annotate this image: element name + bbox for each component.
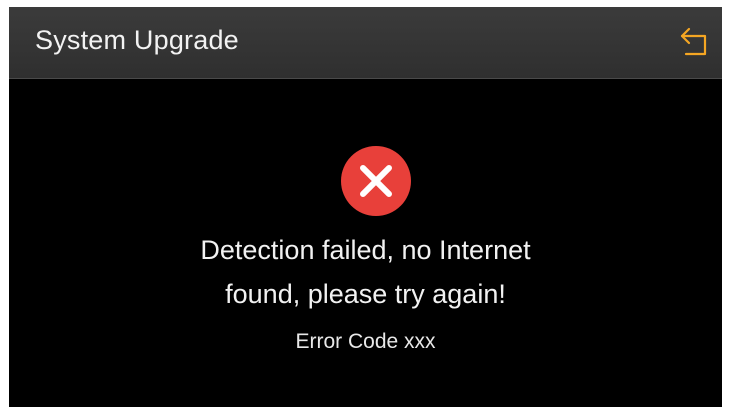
error-message: Detection failed, no Internet found, ple… bbox=[9, 228, 722, 316]
error-message-line-1: Detection failed, no Internet bbox=[200, 235, 531, 265]
error-x-icon bbox=[341, 146, 411, 216]
title-bar: System Upgrade bbox=[9, 7, 722, 79]
error-code: Error Code xxx bbox=[295, 330, 436, 353]
page-title: System Upgrade bbox=[35, 25, 239, 55]
back-arrow-icon bbox=[680, 27, 707, 56]
screen: System Upgrade Detection failed, no Inte… bbox=[9, 7, 722, 407]
back-button[interactable] bbox=[677, 23, 717, 63]
error-message-line-2: found, please try again! bbox=[225, 279, 506, 309]
error-dialog: Detection failed, no Internet found, ple… bbox=[9, 79, 722, 407]
